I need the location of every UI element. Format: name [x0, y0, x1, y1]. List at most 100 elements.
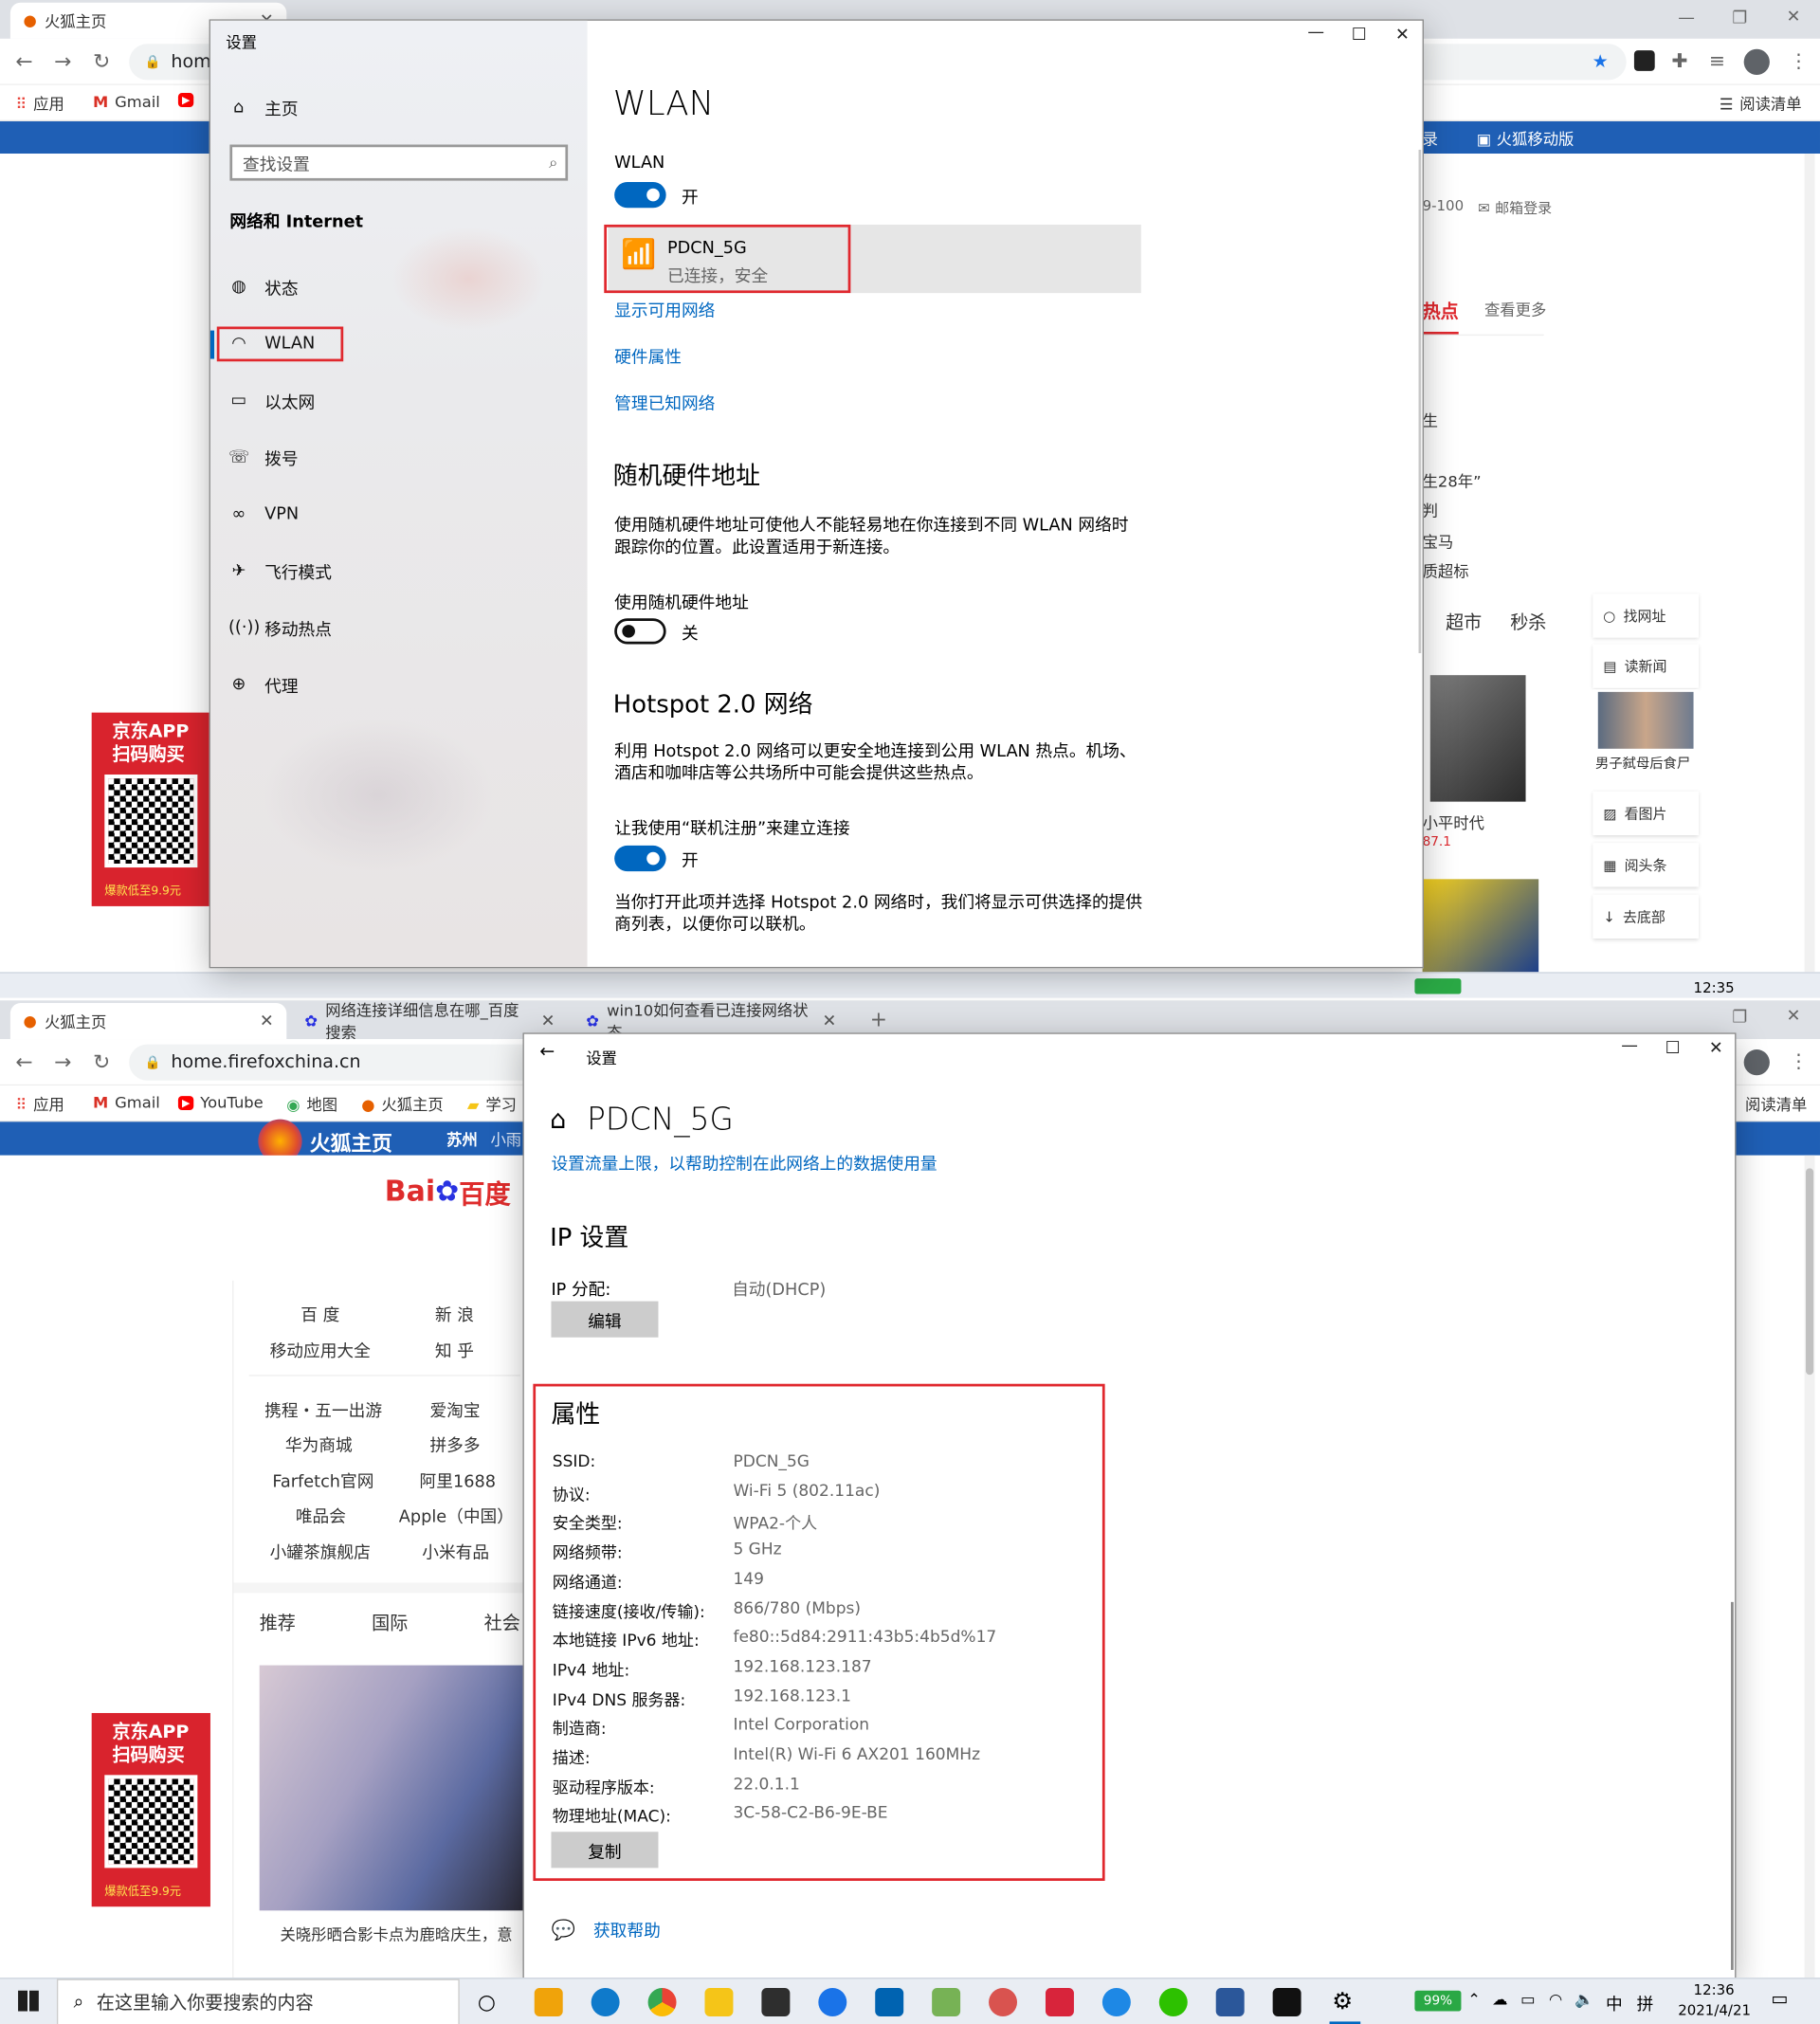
baidu-logo[interactable]: Bai ✿ 百度 — [385, 1174, 511, 1211]
city[interactable]: 苏州 — [446, 1128, 478, 1150]
jd-ad-bottom[interactable]: 京东APP 扫码购买 爆款低至9.9元 — [91, 1712, 210, 1907]
news-item[interactable]: 判 — [1423, 500, 1438, 521]
store-icon[interactable] — [761, 1988, 791, 2016]
news-item[interactable]: 质超标 — [1423, 560, 1469, 582]
battery-icon[interactable]: 99% — [1414, 1990, 1462, 2012]
edge-icon[interactable] — [591, 1988, 620, 2016]
browser-globe-icon[interactable] — [1101, 1988, 1131, 2016]
news-caption[interactable]: 关晓彤晒合影卡点为鹿晗庆生，意 — [280, 1924, 512, 1945]
ime-pinyin[interactable]: 拼 — [1637, 1991, 1654, 2015]
tab-huohu[interactable]: ● 火狐主页 ✕ — [9, 1003, 287, 1040]
news-photo[interactable] — [259, 1665, 526, 1911]
get-help[interactable]: 💬 获取帮助 — [551, 1917, 660, 1942]
site-link[interactable]: 拼多多 — [429, 1431, 480, 1456]
scrollbar[interactable] — [1418, 149, 1422, 654]
side-card-images[interactable]: ▨ 看图片 — [1592, 791, 1699, 836]
address-input[interactable]: 🔒 home.firefoxchina.cn — [129, 1044, 542, 1081]
nav-ethernet[interactable]: ▭ 以太网 — [228, 382, 316, 418]
nav-hotspot[interactable]: ((·)) 移动热点 — [228, 610, 332, 646]
close-icon[interactable]: ✕ — [823, 1012, 837, 1030]
site-link[interactable]: 移动应用大全 — [270, 1338, 371, 1361]
show-networks-link[interactable]: 显示可用网络 — [614, 297, 715, 321]
settings-gear-icon[interactable]: ⚙ — [1332, 1988, 1353, 2015]
bookmark-study[interactable]: ▰ 学习 — [467, 1093, 517, 1115]
mobile-version-link[interactable]: ▣ 火狐移动版 — [1477, 128, 1574, 150]
online-signup-toggle[interactable] — [614, 845, 666, 872]
volume-icon[interactable]: 🔈 — [1574, 1991, 1593, 2009]
book-title[interactable]: 小平时代 — [1423, 812, 1484, 834]
bookmark-youtube[interactable]: ▶ — [177, 93, 194, 108]
new-tab-icon[interactable]: + — [870, 1007, 887, 1031]
word-icon[interactable] — [1215, 1988, 1245, 2016]
jd-ad-top[interactable]: 京东APP 扫码购买 爆款低至9.9元 — [91, 712, 210, 906]
product-image[interactable] — [1422, 879, 1539, 973]
hot-tab[interactable]: 热点 — [1422, 299, 1459, 335]
restore-icon[interactable]: ❐ — [1732, 1008, 1747, 1027]
site-link[interactable]: 百 度 — [300, 1302, 339, 1325]
site-link[interactable]: 爱淘宝 — [429, 1396, 480, 1421]
scrollbar[interactable] — [1731, 1601, 1734, 1970]
wifi-icon[interactable]: ◠ — [1549, 1991, 1562, 2009]
wechat-icon[interactable] — [1158, 1988, 1188, 2016]
search-icon[interactable]: ⌕ — [549, 153, 557, 172]
site-link[interactable]: 唯品会 — [296, 1503, 346, 1526]
news-item[interactable]: 生28年” — [1423, 470, 1482, 492]
reload-icon[interactable]: ↻ — [93, 49, 110, 74]
file-explorer-icon[interactable] — [534, 1988, 563, 2016]
clock-time[interactable]: 12:36 — [1694, 1981, 1735, 1998]
bookmark-apps[interactable]: ⠿ 应用 — [15, 93, 64, 115]
more-link[interactable]: 查看更多 — [1484, 299, 1546, 320]
cloud-icon[interactable]: ☁ — [1492, 1991, 1507, 2009]
avatar[interactable] — [1743, 1049, 1770, 1076]
site-link[interactable]: 知 乎 — [435, 1338, 474, 1361]
clock-time[interactable]: 12:35 — [1694, 980, 1735, 997]
minimize-icon[interactable]: — — [1678, 9, 1695, 28]
bookmark-gmail[interactable]: M Gmail — [93, 93, 160, 111]
site-link[interactable]: Apple（中国） — [399, 1503, 514, 1526]
notification-icon[interactable]: ▭ — [1771, 1989, 1788, 2010]
home-icon[interactable]: ⌂ — [550, 1103, 566, 1135]
battery-small-icon[interactable]: ▭ — [1520, 1991, 1535, 2009]
app-l-icon[interactable] — [818, 1988, 847, 2016]
settings-search-input[interactable]: 查找设置 ⌕ — [229, 144, 569, 181]
scrollbar[interactable] — [1804, 1155, 1815, 1978]
close-icon[interactable]: ✕ — [1787, 1007, 1801, 1026]
manage-known-networks-link[interactable]: 管理已知网络 — [614, 390, 715, 414]
back-icon[interactable]: ← — [15, 1049, 32, 1074]
reload-icon[interactable]: ↻ — [93, 1049, 110, 1074]
chrome-icon[interactable] — [647, 1988, 677, 2016]
maximize-icon[interactable]: ☐ — [1352, 26, 1367, 45]
folder-icon[interactable] — [704, 1988, 734, 2016]
nav-vpn[interactable]: ∞ VPN — [228, 496, 300, 532]
task-view-icon[interactable]: ○ — [478, 1989, 496, 2014]
weather[interactable]: 小雨 — [490, 1128, 521, 1150]
copy-button[interactable]: 复制 — [551, 1832, 659, 1869]
news-tab-society[interactable]: 社会 — [484, 1610, 520, 1635]
forward-icon[interactable]: → — [54, 49, 71, 74]
nav-status[interactable]: ◍ 状态 — [228, 268, 298, 304]
puzzle-icon[interactable]: ✚ — [1671, 49, 1687, 73]
close-icon[interactable]: ✕ — [1395, 26, 1410, 45]
news-tab-recommend[interactable]: 推荐 — [260, 1610, 296, 1635]
site-link[interactable]: 小罐茶旗舰店 — [270, 1539, 371, 1563]
forward-icon[interactable]: → — [54, 1049, 71, 1074]
nav-home[interactable]: ⌂ 主页 — [228, 89, 298, 125]
help-link[interactable]: 获取帮助 — [593, 1917, 661, 1942]
chevron-up-icon[interactable]: ⌃ — [1467, 1991, 1481, 2009]
wlan-toggle[interactable] — [614, 181, 666, 209]
app-chart-icon[interactable] — [932, 1988, 961, 2016]
shop-tab-flash[interactable]: 秒杀 — [1510, 610, 1546, 635]
nav-dialup[interactable]: ☏ 拨号 — [228, 439, 299, 475]
taskbar-search-input[interactable]: ⌕ 在这里输入你要搜索的内容 — [56, 1978, 460, 2024]
shop-tab-market[interactable]: 超市 — [1446, 610, 1482, 635]
site-link[interactable]: 携程・五一出游 — [264, 1396, 382, 1421]
media-icon[interactable]: ≡ — [1709, 49, 1725, 73]
nav-proxy[interactable]: ⊕ 代理 — [228, 666, 298, 702]
mail-login-link[interactable]: ✉ 邮箱登录 — [1478, 197, 1552, 218]
news-item[interactable]: 宝马 — [1423, 531, 1454, 553]
bookmark-youtube[interactable]: ▶ YouTube — [177, 1093, 264, 1111]
battery-icon[interactable] — [1414, 978, 1462, 994]
close-icon[interactable]: ✕ — [1709, 1039, 1723, 1058]
minimize-icon[interactable]: — — [1307, 24, 1324, 43]
back-icon[interactable]: ← — [539, 1042, 555, 1063]
